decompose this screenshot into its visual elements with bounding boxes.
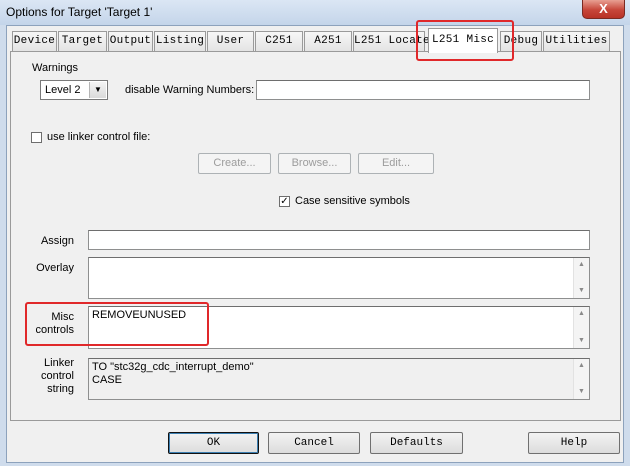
browse-button[interactable]: Browse... <box>278 153 351 174</box>
linker-file-checkbox[interactable] <box>31 132 42 143</box>
scroll-up-icon[interactable]: ▲ <box>574 258 589 272</box>
case-sensitive-checkbox[interactable]: ✓ <box>279 196 290 207</box>
misc-controls-scrollbar[interactable]: ▲ ▼ <box>573 307 589 348</box>
edit-button[interactable]: Edit... <box>358 153 434 174</box>
tab-a251[interactable]: A251 <box>304 31 352 51</box>
case-sensitive-label: Case sensitive symbols <box>295 195 410 207</box>
linker-control-string-label: Linker control string <box>40 357 74 395</box>
tab-user[interactable]: User <box>207 31 254 51</box>
scroll-up-icon[interactable]: ▲ <box>574 359 589 373</box>
overlay-label: Overlay <box>36 262 74 274</box>
tab-target[interactable]: Target <box>58 31 107 51</box>
assign-label: Assign <box>40 235 74 247</box>
linker-control-string-scrollbar[interactable]: ▲ ▼ <box>573 359 589 399</box>
disable-warning-numbers-label: disable Warning Numbers: <box>125 84 255 96</box>
scroll-down-icon[interactable]: ▼ <box>574 385 589 399</box>
close-button[interactable]: X <box>582 0 625 19</box>
misc-controls-highlight-annotation <box>25 302 209 346</box>
tab-c251[interactable]: C251 <box>255 31 303 51</box>
title-bar: Options for Target 'Target 1' X <box>0 0 630 25</box>
scroll-down-icon[interactable]: ▼ <box>574 334 589 348</box>
warnings-group-label: Warnings <box>30 62 81 74</box>
tab-device[interactable]: Device <box>12 31 57 51</box>
tab-output[interactable]: Output <box>108 31 153 51</box>
linker-control-string-box[interactable]: TO "stc32g_cdc_interrupt_demo" CASE ▲ ▼ <box>88 358 590 400</box>
linker-file-checkbox-label: use linker control file: <box>47 131 151 143</box>
linker-control-string-value: TO "stc32g_cdc_interrupt_demo" CASE <box>92 361 254 386</box>
chevron-down-icon[interactable]: ▼ <box>89 82 106 98</box>
overlay-input[interactable]: ▲ ▼ <box>88 257 590 299</box>
warning-level-value: Level 2 <box>45 84 81 96</box>
tab-l251-locate[interactable]: L251 Locate <box>353 31 430 51</box>
assign-input[interactable] <box>88 230 590 250</box>
warning-level-select[interactable]: Level 2 ▼ <box>40 80 108 100</box>
cancel-button[interactable]: Cancel <box>268 432 360 454</box>
scroll-down-icon[interactable]: ▼ <box>574 284 589 298</box>
create-button[interactable]: Create... <box>198 153 271 174</box>
ok-button[interactable]: OK <box>168 432 259 454</box>
defaults-button[interactable]: Defaults <box>370 432 463 454</box>
tab-listing[interactable]: Listing <box>154 31 206 51</box>
tab-utilities[interactable]: Utilities <box>543 31 610 51</box>
scroll-up-icon[interactable]: ▲ <box>574 307 589 321</box>
tab-highlight-annotation <box>416 20 514 61</box>
disable-warning-numbers-input[interactable] <box>256 80 590 100</box>
overlay-scrollbar[interactable]: ▲ ▼ <box>573 258 589 298</box>
help-button[interactable]: Help <box>528 432 620 454</box>
window-title: Options for Target 'Target 1' <box>6 5 153 19</box>
